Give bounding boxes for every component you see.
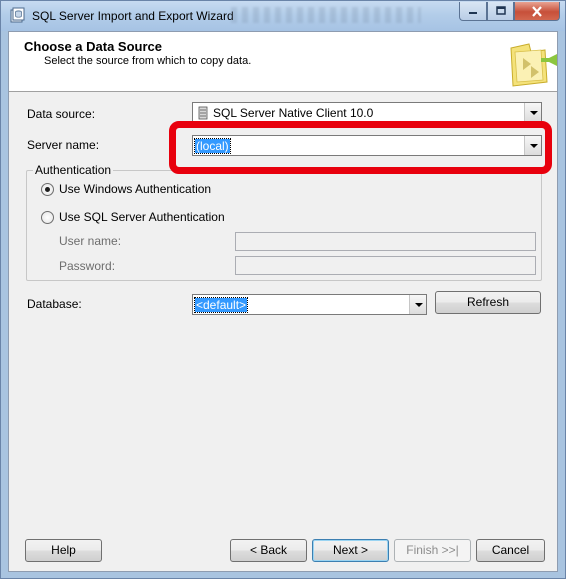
background-window-ghost (231, 7, 421, 23)
minimize-button[interactable] (459, 2, 487, 21)
close-icon (532, 5, 542, 17)
server-icon (198, 106, 208, 120)
windows-auth-label[interactable]: Use Windows Authentication (59, 182, 211, 196)
folder-arrow-graphic (510, 43, 557, 87)
page-header: Choose a Data Source Select the source f… (9, 32, 557, 92)
data-source-dropdown-button[interactable] (524, 103, 541, 122)
close-button[interactable] (514, 2, 560, 21)
server-name-label: Server name: (27, 138, 100, 152)
back-button[interactable]: < Back (230, 539, 307, 562)
database-label: Database: (27, 297, 82, 311)
database-value-wrap: <default> (193, 297, 249, 313)
database-dropdown-button[interactable] (409, 295, 426, 314)
wizard-window: SQL Server Import and Export Wizard Choo… (0, 0, 566, 579)
title-bar[interactable]: SQL Server Import and Export Wizard (1, 1, 565, 31)
data-source-value: SQL Server Native Client 10.0 (213, 106, 374, 120)
database-value: <default> (193, 297, 249, 313)
user-name-label: User name: (59, 234, 122, 248)
page-subtitle: Select the source from which to copy dat… (44, 55, 252, 67)
help-button[interactable]: Help (25, 539, 102, 562)
sql-auth-label[interactable]: Use SQL Server Authentication (59, 210, 225, 224)
sql-auth-radio[interactable] (41, 211, 54, 224)
data-source-label: Data source: (27, 107, 96, 121)
red-highlight-annotation (169, 121, 552, 174)
chevron-down-icon (415, 303, 423, 307)
wizard-client-area: Choose a Data Source Select the source f… (8, 31, 558, 572)
password-input[interactable] (235, 256, 536, 275)
next-button[interactable]: Next > (312, 539, 389, 562)
radio-selected-dot (45, 187, 50, 192)
windows-auth-radio[interactable] (41, 183, 54, 196)
cancel-button[interactable]: Cancel (476, 539, 545, 562)
chevron-down-icon (530, 111, 538, 115)
data-source-dropdown[interactable]: SQL Server Native Client 10.0 (192, 102, 542, 123)
maximize-icon (495, 6, 506, 15)
window-title: SQL Server Import and Export Wizard (32, 9, 234, 23)
password-label: Password: (59, 259, 116, 273)
maximize-button[interactable] (487, 2, 514, 21)
finish-button: Finish >>| (394, 539, 471, 562)
database-wizard-icon (10, 7, 25, 23)
user-name-input[interactable] (235, 232, 536, 251)
page-title: Choose a Data Source (24, 39, 162, 54)
minimize-icon (469, 12, 477, 14)
database-dropdown[interactable]: <default> (192, 294, 427, 315)
refresh-button[interactable]: Refresh (435, 291, 541, 314)
authentication-group-title: Authentication (33, 163, 114, 177)
